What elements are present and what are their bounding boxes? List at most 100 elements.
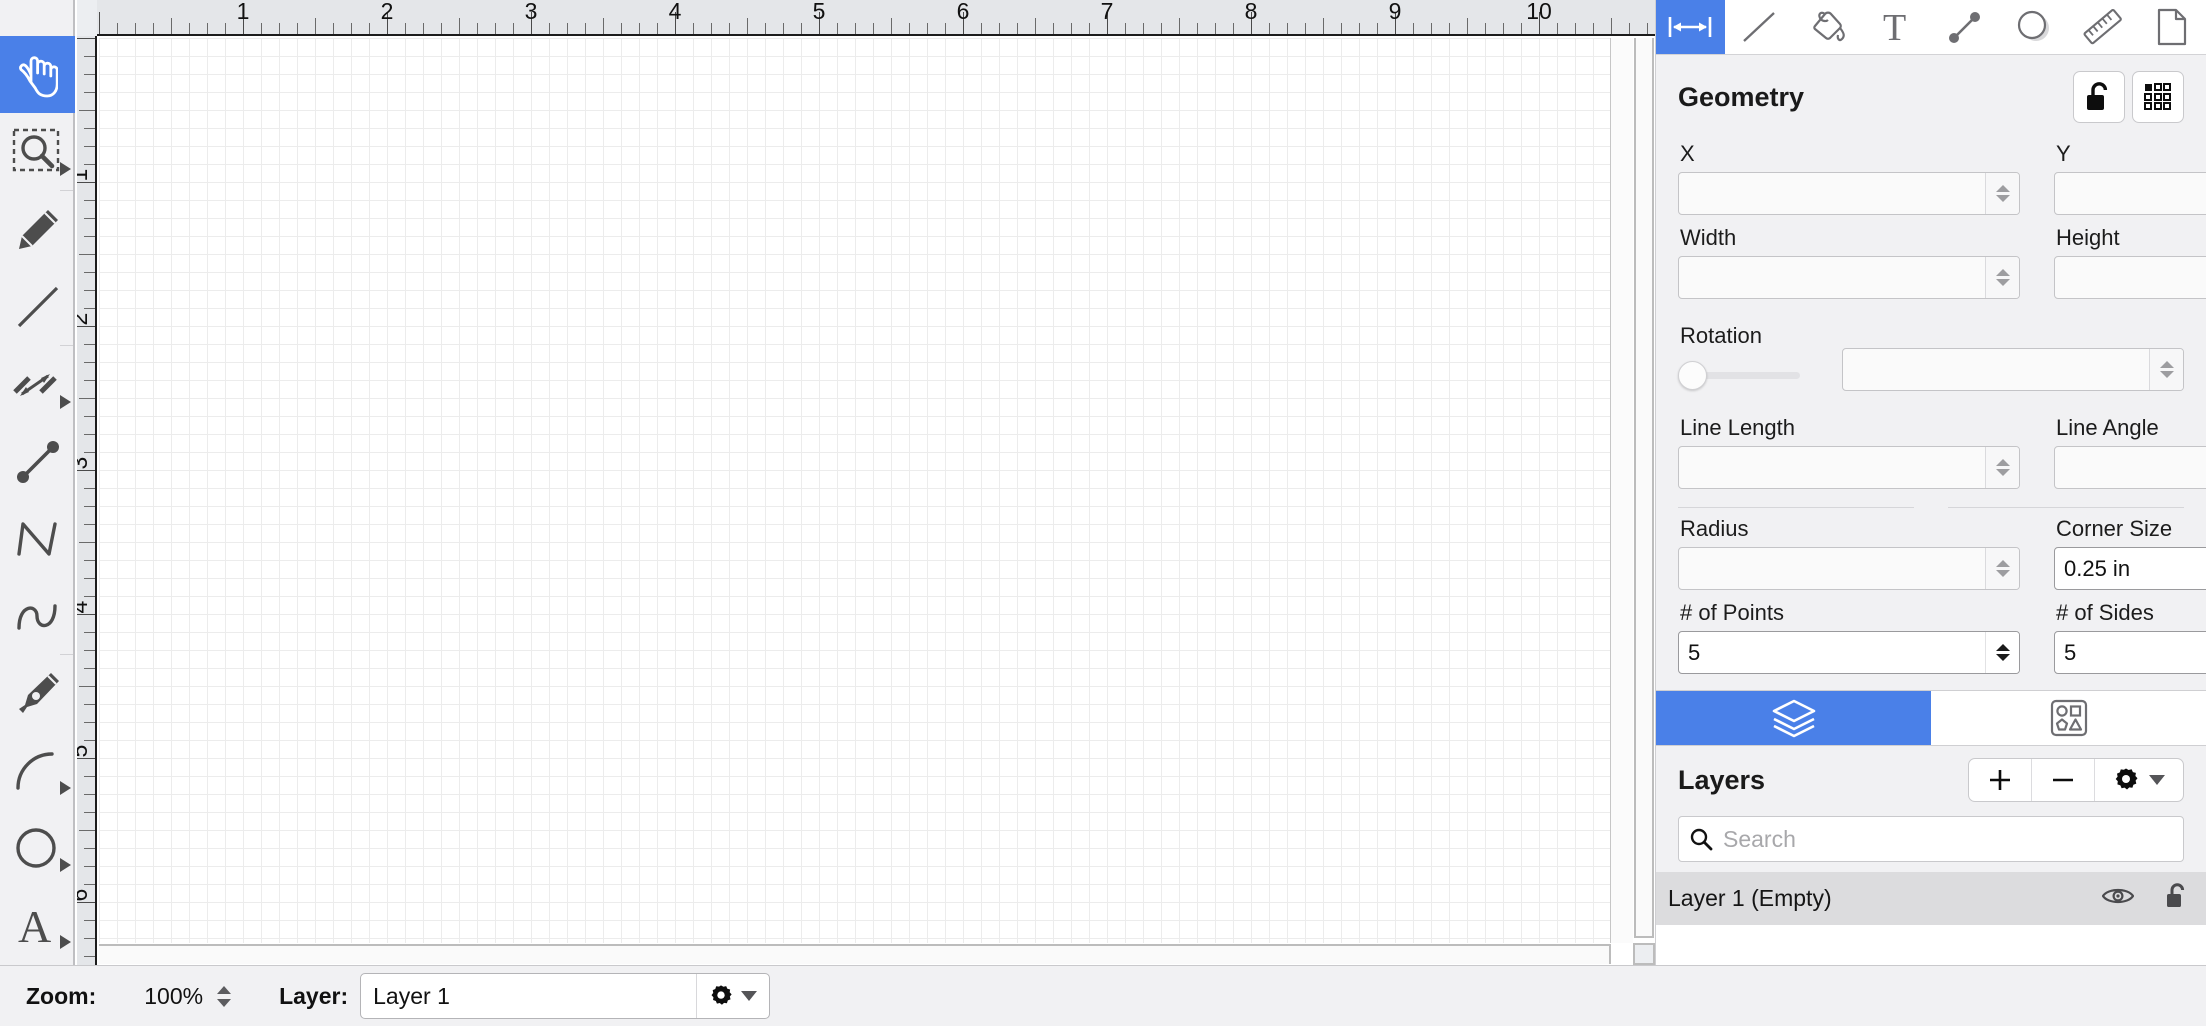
layer-combo-settings[interactable] xyxy=(696,974,769,1018)
layers-search-box[interactable] xyxy=(1678,816,2184,862)
drawing-page[interactable] xyxy=(99,38,1611,943)
layer-lock-toggle[interactable] xyxy=(2166,883,2188,914)
input-height[interactable] xyxy=(2055,257,2206,298)
tool-dimension[interactable] xyxy=(0,346,75,423)
layer-visibility-toggle[interactable] xyxy=(2101,886,2135,911)
spinner-num-sides[interactable] xyxy=(2054,631,2206,674)
tool-pen[interactable] xyxy=(0,655,75,732)
spinner-arrows-x[interactable] xyxy=(1985,173,2019,214)
ruler-tick xyxy=(1449,23,1450,34)
panel-tab-text[interactable]: T xyxy=(1862,0,1931,54)
panel-tab-document[interactable] xyxy=(2137,0,2206,54)
tab-layers[interactable] xyxy=(1656,691,1931,745)
ruler-tick xyxy=(999,23,1000,34)
scrollbar-thumb-vertical[interactable] xyxy=(1634,38,1654,938)
spinner-corner-size[interactable] xyxy=(2054,547,2206,590)
spinner-height[interactable] xyxy=(2054,256,2206,299)
ruler-label: 9 xyxy=(1388,0,1402,24)
spinner-arrows-rotation[interactable] xyxy=(2149,349,2183,390)
tool-circle[interactable] xyxy=(0,809,75,886)
ruler-tick xyxy=(135,23,136,34)
spinner-rotation[interactable] xyxy=(1842,348,2184,391)
tool-polyline[interactable] xyxy=(0,500,75,577)
input-line-angle[interactable] xyxy=(2055,447,2206,488)
panel-tab-geometry[interactable] xyxy=(1656,0,1725,54)
spinner-y[interactable] xyxy=(2054,172,2206,215)
layers-settings-button[interactable] xyxy=(2094,759,2183,801)
spinner-x[interactable] xyxy=(1678,172,2020,215)
ruler-label: 1 xyxy=(77,169,93,182)
canvas-scrollbar-vertical[interactable] xyxy=(1633,38,1655,943)
tool-text[interactable]: A xyxy=(0,886,75,963)
input-corner-size[interactable] xyxy=(2055,548,2206,589)
ruler-tick xyxy=(84,668,95,669)
rotation-slider-knob[interactable] xyxy=(1678,361,1707,390)
spinner-arrows-num-points[interactable] xyxy=(1985,632,2019,673)
ruler-tick xyxy=(1161,23,1162,34)
tool-line[interactable] xyxy=(0,268,75,345)
layer-row[interactable]: Layer 1 (Empty) xyxy=(1656,872,2206,925)
field-line-length: Line Length xyxy=(1678,411,2020,495)
field-radius: Radius xyxy=(1678,512,2020,596)
input-line-length[interactable] xyxy=(1679,447,1985,488)
input-rotation[interactable] xyxy=(1843,349,2149,390)
spinner-arrows-line-length[interactable] xyxy=(1985,447,2019,488)
spinner-num-points[interactable] xyxy=(1678,631,2020,674)
ruler-label: 3 xyxy=(77,457,93,470)
geometry-grid-button[interactable] xyxy=(2132,71,2184,123)
arrow-down-icon xyxy=(1995,570,2010,577)
ruler-tick xyxy=(84,218,95,219)
spinner-line-length[interactable] xyxy=(1678,446,2020,489)
diagonal-line-icon xyxy=(1743,12,1775,42)
spinner-arrows-width[interactable] xyxy=(1985,257,2019,298)
ruler-tick xyxy=(225,23,226,34)
ruler-tick xyxy=(477,23,478,34)
input-num-points[interactable] xyxy=(1679,632,1985,673)
tool-pencil[interactable] xyxy=(0,191,75,268)
remove-layer-button[interactable] xyxy=(2031,759,2094,801)
tool-hand[interactable] xyxy=(0,36,75,113)
ruler-tick xyxy=(981,23,982,34)
zoom-stepper[interactable] xyxy=(217,985,232,1007)
input-width[interactable] xyxy=(1679,257,1985,298)
input-x[interactable] xyxy=(1679,173,1985,214)
panel-tab-node[interactable] xyxy=(1931,0,2000,54)
panel-tab-fill[interactable] xyxy=(1794,0,1863,54)
canvas-scrollbar-horizontal[interactable] xyxy=(99,943,1633,965)
scrollbar-thumb-horizontal[interactable] xyxy=(99,944,1611,964)
gear-icon xyxy=(711,985,732,1005)
layer-combo[interactable]: Layer 1 xyxy=(360,973,771,1019)
field-corner-size: Corner Size xyxy=(2054,512,2206,596)
spinner-line-angle[interactable] xyxy=(2054,446,2206,489)
spinner-width[interactable] xyxy=(1678,256,2020,299)
tab-objects[interactable] xyxy=(1931,691,2206,745)
input-radius[interactable] xyxy=(1679,548,1985,589)
geometry-lock-button[interactable] xyxy=(2073,71,2125,123)
arrow-down-icon xyxy=(1995,654,2010,661)
add-layer-button[interactable] xyxy=(1969,759,2031,801)
tool-zoom-select[interactable] xyxy=(0,113,75,190)
tool-spline[interactable] xyxy=(0,577,75,654)
ruler-tick xyxy=(405,23,406,34)
ruler-tick xyxy=(1341,23,1342,34)
arrow-up-icon xyxy=(1995,644,2010,651)
tool-arc[interactable] xyxy=(0,732,75,809)
layers-search-input[interactable] xyxy=(1713,825,2173,853)
panel-tab-measure[interactable] xyxy=(2069,0,2138,54)
canvas-area[interactable]: 1 2 3 4 5 6 7 8 9 10 1 2 3 4 5 6 xyxy=(77,0,1655,965)
spinner-radius[interactable] xyxy=(1678,547,2020,590)
ruler-label: 3 xyxy=(524,0,538,24)
layers-stack-icon xyxy=(1772,699,1815,738)
spinner-arrows-radius[interactable] xyxy=(1985,548,2019,589)
tool-segment[interactable] xyxy=(0,423,75,500)
stepper-up-icon xyxy=(217,985,232,994)
ruler-tick xyxy=(117,23,118,34)
ruler-label: 6 xyxy=(77,889,93,902)
panel-tab-shadow[interactable] xyxy=(2000,0,2069,54)
rotation-slider[interactable] xyxy=(1678,354,1808,397)
arrow-up-icon xyxy=(1995,459,2010,466)
input-num-sides[interactable] xyxy=(2055,632,2206,673)
panel-tab-line-style[interactable] xyxy=(1725,0,1794,54)
canvas-viewport[interactable] xyxy=(99,38,1633,943)
input-y[interactable] xyxy=(2055,173,2206,214)
